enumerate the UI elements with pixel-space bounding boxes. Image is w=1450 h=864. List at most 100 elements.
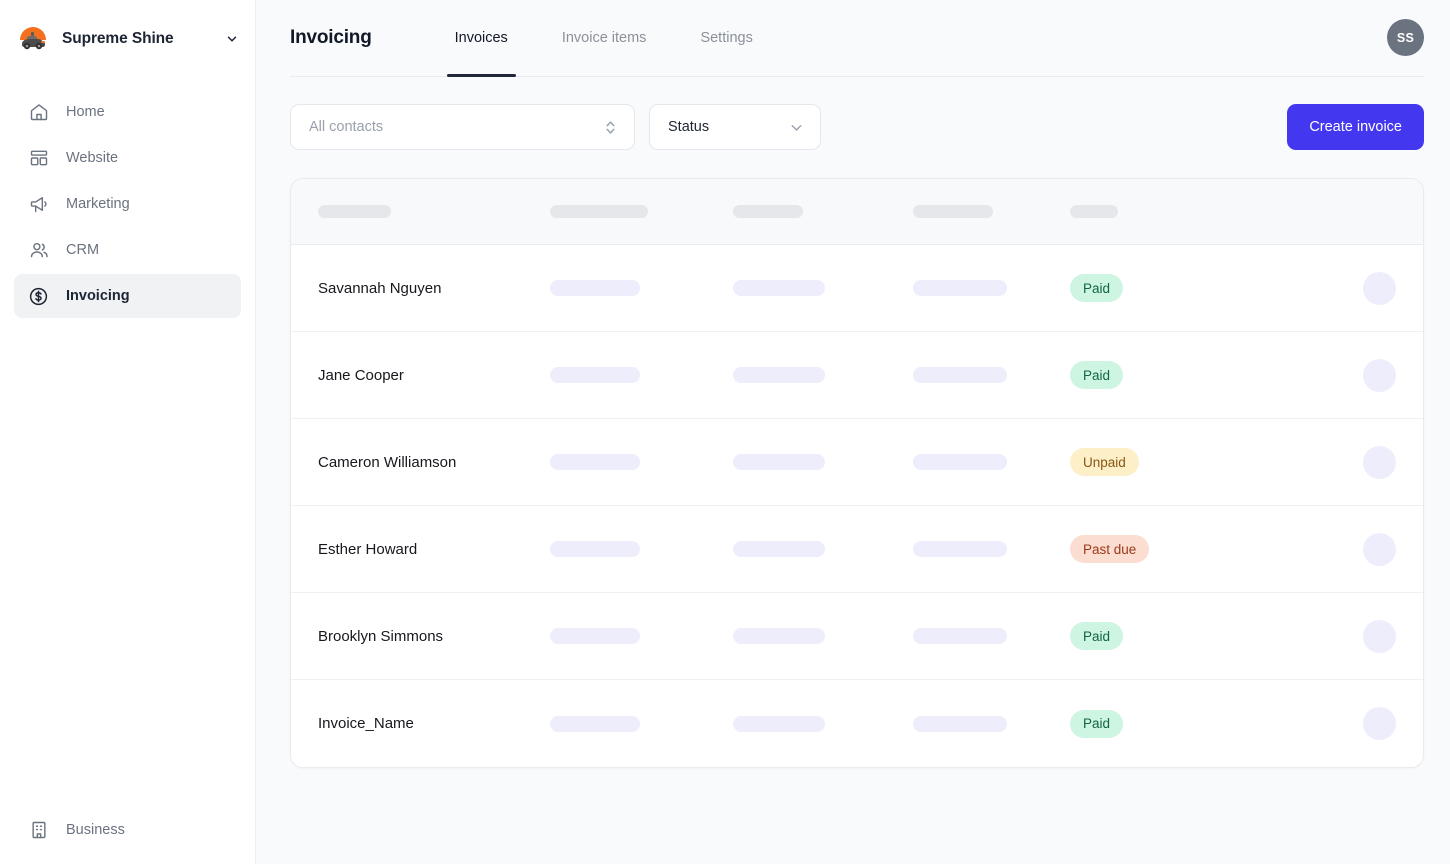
sidebar-item-label: CRM: [66, 243, 99, 258]
tab-label: Settings: [700, 30, 752, 46]
avatar-initials: SS: [1397, 31, 1414, 45]
table-cell: [733, 280, 913, 296]
main-area: Invoicing Invoices Invoice items Setting…: [256, 0, 1450, 864]
users-icon: [28, 240, 49, 261]
chevron-down-icon[interactable]: [223, 30, 241, 48]
chevron-down-icon: [787, 117, 805, 137]
table-cell: [733, 541, 913, 557]
sidebar-item-marketing[interactable]: Marketing: [14, 182, 241, 226]
filter-bar: All contacts Status Create invoice: [290, 104, 1424, 150]
table-cell: [913, 454, 1070, 470]
row-avatar-placeholder: [1363, 446, 1396, 479]
table-cell: [913, 367, 1070, 383]
invoice-contact-name: Savannah Nguyen: [318, 280, 550, 297]
table-header-cell: [733, 205, 913, 218]
table-cell-status: Unpaid: [1070, 448, 1355, 476]
header-skeleton: [550, 205, 648, 218]
table-cell: [550, 454, 733, 470]
status-badge: Paid: [1070, 622, 1123, 650]
table-cell-avatar: [1355, 272, 1396, 305]
table-cell: [550, 541, 733, 557]
sidebar: Supreme Shine Home Website: [0, 0, 256, 864]
table-body: Savannah Nguyen Paid Jane Cooper: [291, 245, 1423, 767]
table-cell-status: Paid: [1070, 274, 1355, 302]
table-cell: [913, 716, 1070, 732]
invoice-contact-name: Esther Howard: [318, 541, 550, 558]
cell-skeleton: [550, 628, 640, 644]
table-row[interactable]: Cameron Williamson Unpaid: [291, 419, 1423, 506]
tab-invoice-items[interactable]: Invoice items: [535, 0, 674, 77]
table-cell: [733, 628, 913, 644]
tab-invoices[interactable]: Invoices: [428, 0, 535, 77]
status-filter-select[interactable]: Status: [649, 104, 821, 150]
table-header-cell: [318, 205, 550, 218]
sidebar-item-invoicing[interactable]: Invoicing: [14, 274, 241, 318]
cell-skeleton: [733, 628, 825, 644]
table-cell-status: Past due: [1070, 535, 1355, 563]
user-avatar[interactable]: SS: [1387, 19, 1424, 56]
cell-skeleton: [733, 541, 825, 557]
tab-label: Invoice items: [562, 30, 647, 46]
table-cell: [733, 367, 913, 383]
hot-rod-car-logo: [16, 22, 50, 56]
cell-skeleton: [733, 454, 825, 470]
header-skeleton: [318, 205, 391, 218]
table-row[interactable]: Brooklyn Simmons Paid: [291, 593, 1423, 680]
cell-skeleton: [733, 716, 825, 732]
cell-skeleton: [550, 367, 640, 383]
table-row[interactable]: Savannah Nguyen Paid: [291, 245, 1423, 332]
tab-settings[interactable]: Settings: [673, 0, 779, 77]
app-root: Supreme Shine Home Website: [0, 0, 1450, 864]
workspace-switcher[interactable]: Supreme Shine: [0, 0, 255, 78]
sidebar-item-business[interactable]: Business: [14, 808, 241, 852]
sidebar-item-home[interactable]: Home: [14, 90, 241, 134]
table-row[interactable]: Jane Cooper Paid: [291, 332, 1423, 419]
cell-skeleton: [913, 628, 1007, 644]
table-cell-status: Paid: [1070, 622, 1355, 650]
content-area: All contacts Status Create invoice: [256, 78, 1450, 864]
building-icon: [28, 820, 49, 841]
sidebar-footer: Business: [0, 808, 255, 852]
header-skeleton: [733, 205, 803, 218]
sidebar-item-website[interactable]: Website: [14, 136, 241, 180]
table-cell: [733, 716, 913, 732]
table-cell-avatar: [1355, 707, 1396, 740]
table-row[interactable]: Esther Howard Past due: [291, 506, 1423, 593]
dollar-circle-icon: [28, 286, 49, 307]
sidebar-item-label: Home: [66, 105, 105, 120]
cell-skeleton: [550, 716, 640, 732]
invoice-contact-name: Brooklyn Simmons: [318, 628, 550, 645]
megaphone-icon: [28, 194, 49, 215]
table-header-row: [291, 179, 1423, 245]
row-avatar-placeholder: [1363, 620, 1396, 653]
table-cell-avatar: [1355, 620, 1396, 653]
table-row[interactable]: Invoice_Name Paid: [291, 680, 1423, 767]
page-title: Invoicing: [290, 27, 372, 49]
contacts-filter-select[interactable]: All contacts: [290, 104, 635, 150]
row-avatar-placeholder: [1363, 359, 1396, 392]
sidebar-item-label: Website: [66, 151, 118, 166]
table-cell-status: Paid: [1070, 710, 1355, 738]
table-cell-avatar: [1355, 359, 1396, 392]
layout-icon: [28, 148, 49, 169]
invoice-contact-name: Invoice_Name: [318, 715, 550, 732]
row-avatar-placeholder: [1363, 707, 1396, 740]
table-cell: [550, 628, 733, 644]
workspace-name: Supreme Shine: [62, 30, 211, 48]
table-header-cell: [1070, 205, 1355, 218]
chevron-up-down-icon: [601, 117, 619, 137]
create-invoice-button[interactable]: Create invoice: [1287, 104, 1424, 150]
table-cell-avatar: [1355, 446, 1396, 479]
table-cell-avatar: [1355, 533, 1396, 566]
header-skeleton: [1070, 205, 1118, 218]
sidebar-item-label: Marketing: [66, 197, 130, 212]
cell-skeleton: [550, 541, 640, 557]
top-bar: Invoicing Invoices Invoice items Setting…: [256, 0, 1450, 78]
header-skeleton: [913, 205, 993, 218]
cell-skeleton: [913, 280, 1007, 296]
sidebar-item-crm[interactable]: CRM: [14, 228, 241, 272]
cell-skeleton: [550, 280, 640, 296]
contacts-filter-value: All contacts: [309, 119, 383, 135]
row-avatar-placeholder: [1363, 272, 1396, 305]
sidebar-item-label: Business: [66, 823, 125, 838]
